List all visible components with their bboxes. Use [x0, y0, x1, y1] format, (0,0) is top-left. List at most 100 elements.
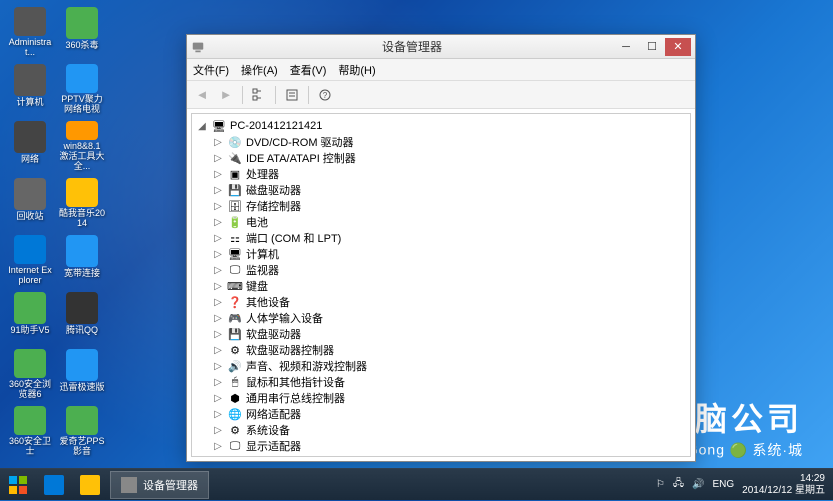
menu-view[interactable]: 查看(V): [290, 62, 327, 78]
expand-icon[interactable]: ▷: [212, 217, 224, 228]
node-label: 电池: [246, 214, 268, 230]
properties-button[interactable]: [281, 84, 303, 106]
tree-node[interactable]: ▷⌨键盘: [212, 278, 686, 294]
close-button[interactable]: ✕: [665, 38, 691, 56]
expand-icon[interactable]: ▷: [212, 361, 224, 372]
node-label: 处理器: [246, 166, 279, 182]
expand-icon[interactable]: ▷: [212, 441, 224, 452]
expand-icon[interactable]: ▷: [212, 425, 224, 436]
device-icon: ⬢: [227, 391, 243, 405]
tree-node[interactable]: ▷⚏端口 (COM 和 LPT): [212, 230, 686, 246]
tree-node[interactable]: ▷🖵显示适配器: [212, 438, 686, 454]
desktop-icon[interactable]: 宽带连接: [57, 233, 107, 288]
titlebar[interactable]: 设备管理器 ─ ☐ ✕: [187, 35, 695, 59]
menu-file[interactable]: 文件(F): [193, 62, 229, 78]
app-icon: [14, 292, 46, 324]
expand-icon[interactable]: ▷: [212, 329, 224, 340]
expand-icon[interactable]: ▷: [212, 281, 224, 292]
expand-icon[interactable]: ▷: [212, 249, 224, 260]
expand-icon[interactable]: ▷: [212, 201, 224, 212]
node-label: 音频输入和输出: [246, 454, 323, 457]
taskbar-explorer-icon[interactable]: [72, 471, 108, 499]
expand-icon[interactable]: ▷: [212, 233, 224, 244]
desktop-icon[interactable]: 360安全浏览器6: [5, 347, 55, 402]
tree-node[interactable]: ▷💾软盘驱动器: [212, 326, 686, 342]
desktop-icon[interactable]: 网络: [5, 119, 55, 174]
menubar: 文件(F) 操作(A) 查看(V) 帮助(H): [187, 59, 695, 81]
tree-node[interactable]: ▷⚙软盘驱动器控制器: [212, 342, 686, 358]
device-tree[interactable]: ◢ 🖥 PC-201412121421 ▷💿DVD/CD-ROM 驱动器▷🔌ID…: [191, 113, 691, 457]
taskbar-app-device-manager[interactable]: 设备管理器: [110, 471, 209, 499]
tree-node[interactable]: ▷🗄存储控制器: [212, 198, 686, 214]
maximize-button[interactable]: ☐: [639, 38, 665, 56]
icon-label: win8&8.1激活工具大全...: [59, 142, 105, 172]
expand-icon[interactable]: ▷: [212, 265, 224, 276]
menu-help[interactable]: 帮助(H): [338, 62, 375, 78]
app-icon: [14, 64, 46, 96]
tree-node[interactable]: ▷💿DVD/CD-ROM 驱动器: [212, 134, 686, 150]
tree-node[interactable]: ▷▣处理器: [212, 166, 686, 182]
expand-icon[interactable]: ▷: [212, 313, 224, 324]
tree-node[interactable]: ▷🔌IDE ATA/ATAPI 控制器: [212, 150, 686, 166]
tray-network-icon[interactable]: 🖧: [673, 476, 684, 493]
tree-node[interactable]: ▷💾磁盘驱动器: [212, 182, 686, 198]
desktop-icon[interactable]: 计算机: [5, 62, 55, 117]
desktop-icon[interactable]: 酷我音乐2014: [57, 176, 107, 231]
tray-flag-icon[interactable]: ⚐: [656, 479, 665, 490]
expand-icon[interactable]: ▷: [212, 297, 224, 308]
icon-label: 宽带连接: [64, 269, 100, 279]
tray-ime[interactable]: ENG: [713, 479, 735, 490]
desktop-icon[interactable]: 回收站: [5, 176, 55, 231]
tray-volume-icon[interactable]: 🔊: [692, 479, 704, 490]
desktop-icon[interactable]: 91助手V5: [5, 290, 55, 345]
root-label: PC-201412121421: [230, 120, 322, 132]
desktop-icon[interactable]: PPTV聚力 网络电视: [57, 62, 107, 117]
menu-action[interactable]: 操作(A): [241, 62, 278, 78]
device-icon: 💾: [227, 183, 243, 197]
expand-icon[interactable]: ▷: [212, 393, 224, 404]
taskbar-ie-icon[interactable]: [36, 471, 72, 499]
tree-node[interactable]: ▷⚙系统设备: [212, 422, 686, 438]
desktop-icon[interactable]: 360杀毒: [57, 5, 107, 60]
expand-icon[interactable]: ▷: [212, 169, 224, 180]
expand-icon[interactable]: ▷: [212, 185, 224, 196]
tree-node[interactable]: ▷🖱鼠标和其他指针设备: [212, 374, 686, 390]
tree-node[interactable]: ▷🌐网络适配器: [212, 406, 686, 422]
desktop-icon[interactable]: 360安全卫士: [5, 404, 55, 459]
desktop-icon[interactable]: Administrat...: [5, 5, 55, 60]
desktop-icon[interactable]: win8&8.1激活工具大全...: [57, 119, 107, 174]
expand-icon[interactable]: ▷: [212, 153, 224, 164]
icon-label: 酷我音乐2014: [59, 209, 105, 229]
desktop-icon[interactable]: 腾讯QQ: [57, 290, 107, 345]
node-label: 软盘驱动器控制器: [246, 342, 334, 358]
desktop-icon[interactable]: 迅雷极速版: [57, 347, 107, 402]
expand-icon[interactable]: ▷: [212, 377, 224, 388]
tree-node[interactable]: ▷🔋电池: [212, 214, 686, 230]
window-title: 设备管理器: [211, 38, 613, 55]
tree-node[interactable]: ▷🖥计算机: [212, 246, 686, 262]
minimize-button[interactable]: ─: [613, 38, 639, 56]
collapse-icon[interactable]: ◢: [196, 121, 208, 132]
start-button[interactable]: [0, 469, 36, 501]
expand-icon[interactable]: ▷: [212, 345, 224, 356]
computer-icon: 🖥: [211, 119, 227, 133]
expand-icon[interactable]: ▷: [212, 137, 224, 148]
desktop-icon[interactable]: Internet Explorer: [5, 233, 55, 288]
tray-clock[interactable]: 14:29 2014/12/12 星期五: [742, 473, 825, 497]
expand-icon[interactable]: ▷: [212, 457, 224, 458]
desktop-icon[interactable]: 爱奇艺PPS影音: [57, 404, 107, 459]
tree-node[interactable]: ▷🎮人体学输入设备: [212, 310, 686, 326]
tree-node[interactable]: ▷⬢通用串行总线控制器: [212, 390, 686, 406]
tree-view-button[interactable]: [248, 84, 270, 106]
icon-label: 网络: [21, 155, 39, 165]
tree-root-node[interactable]: ◢ 🖥 PC-201412121421: [196, 118, 686, 134]
icon-label: PPTV聚力 网络电视: [59, 95, 105, 115]
app-icon: [66, 64, 98, 93]
expand-icon[interactable]: ▷: [212, 409, 224, 420]
tree-node[interactable]: ▷🖵监视器: [212, 262, 686, 278]
help-button[interactable]: ?: [314, 84, 336, 106]
tree-node[interactable]: ▷❓其他设备: [212, 294, 686, 310]
node-label: 声音、视频和游戏控制器: [246, 358, 367, 374]
tree-node[interactable]: ▷🔊声音、视频和游戏控制器: [212, 358, 686, 374]
tree-node[interactable]: ▷🎙音频输入和输出: [212, 454, 686, 457]
